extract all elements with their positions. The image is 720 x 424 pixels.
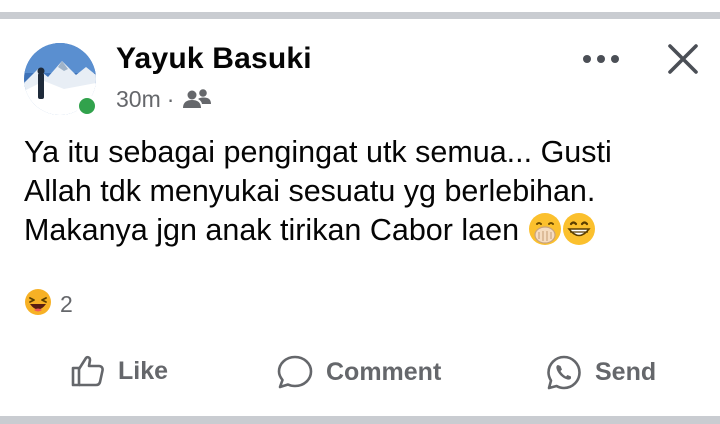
top-separator [0,12,720,19]
post-line-2: Allah tdk menyukai sesuatu yg berlebihan… [24,174,596,208]
send-button[interactable]: Send [545,354,656,390]
hand-over-mouth-emoji [528,212,562,246]
bottom-separator [0,416,720,424]
more-options-button[interactable] [578,44,624,74]
author-name[interactable]: Yayuk Basuki [116,42,312,76]
post-time[interactable]: 30m [116,86,161,113]
post-line-1: Ya itu sebagai pengingat utk semua... Gu… [24,135,612,169]
like-button[interactable]: Like [70,354,168,388]
online-status-dot [76,95,98,117]
close-button[interactable] [660,36,706,82]
close-icon [668,44,698,74]
post-line-3: Makanya jgn anak tirikan Cabor laen [24,211,704,250]
comment-icon [277,355,313,389]
more-dots-icon [583,55,619,63]
comment-label: Comment [326,357,442,386]
post-body: Ya itu sebagai pengingat utk semua... Gu… [24,133,704,250]
post-line-3-text: Makanya jgn anak tirikan Cabor laen [24,213,520,247]
friends-icon[interactable] [182,88,212,112]
laughing-face-emoji [24,288,52,321]
comment-button[interactable]: Comment [276,354,441,390]
reaction-count: 2 [60,291,73,317]
send-label: Send [595,357,657,386]
grinning-face-emoji [562,212,596,246]
post-meta: 30m · [116,86,212,113]
whatsapp-icon [547,355,581,390]
meta-separator: · [166,86,175,112]
thumbs-up-icon [71,355,104,387]
like-label: Like [118,356,169,385]
reaction-summary[interactable]: 2 [24,288,73,321]
